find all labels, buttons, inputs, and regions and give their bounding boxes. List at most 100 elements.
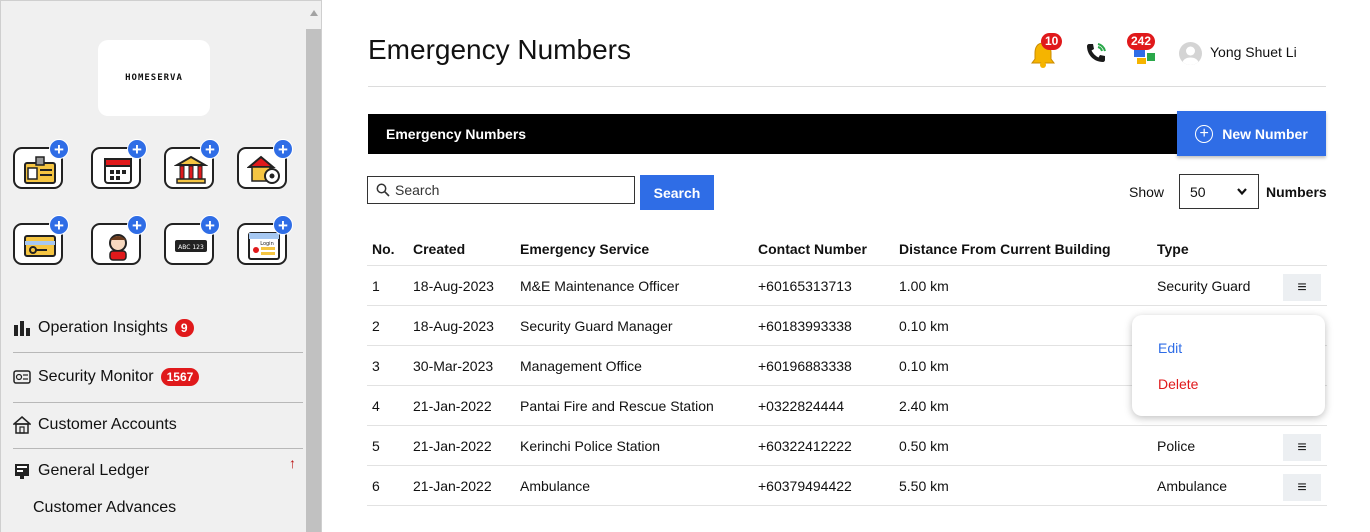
table-row[interactable]: 6 21-Jan-2022 Ambulance +60379494422 5.5…	[367, 466, 1327, 506]
add-icon[interactable]: +	[273, 215, 293, 235]
nav-item-operation-insights[interactable]: Operation Insights 9	[13, 306, 303, 350]
table-header: No. Created Emergency Service Contact Nu…	[367, 230, 1327, 266]
logo-text: HOMESERVA	[125, 73, 183, 83]
row-menu-button[interactable]: ≡	[1283, 274, 1321, 301]
login-text: Login	[260, 241, 274, 247]
plate-text: ABC 123	[178, 244, 204, 251]
sidebar-panel: HOMESERVA + + + + + + ABC 123 + Login + …	[1, 1, 306, 532]
table-row[interactable]: 5 21-Jan-2022 Kerinchi Police Station +6…	[367, 426, 1327, 466]
cell-created: 21-Jan-2022	[413, 438, 492, 454]
search-field[interactable]	[367, 176, 635, 204]
new-number-button[interactable]: + New Number	[1177, 111, 1326, 156]
row-action-menu: Edit Delete	[1132, 315, 1325, 416]
add-icon[interactable]: +	[127, 215, 147, 235]
id-card-icon[interactable]: +	[13, 139, 69, 189]
nav-sub-item-customer-advances[interactable]: Customer Advances	[33, 499, 176, 517]
sidebar: HOMESERVA + + + + + + ABC 123 + Login + …	[0, 0, 322, 532]
column-header[interactable]: No.	[372, 241, 395, 257]
delete-menu-item[interactable]: Delete	[1158, 376, 1198, 392]
cell-no: 3	[372, 358, 380, 374]
add-icon[interactable]: +	[200, 139, 220, 159]
add-icon[interactable]: +	[127, 139, 147, 159]
row-menu-button[interactable]: ≡	[1283, 434, 1321, 461]
search-button[interactable]: Search	[640, 175, 714, 210]
user-name[interactable]: Yong Shuet Li	[1210, 44, 1297, 60]
nav-item-general-ledger[interactable]: General Ledger	[13, 449, 303, 493]
ledger-icon	[15, 464, 29, 479]
nav-item-customer-accounts[interactable]: Customer Accounts	[13, 403, 303, 447]
bank-icon[interactable]: +	[164, 139, 220, 189]
page-title: Emergency Numbers	[368, 34, 631, 65]
cell-type: Ambulance	[1157, 478, 1228, 494]
collapse-arrow-icon[interactable]: ↑	[289, 455, 296, 471]
column-header[interactable]: Created	[413, 241, 465, 257]
cell-contact: +60379494422	[758, 478, 852, 494]
column-header[interactable]: Distance From Current Building	[899, 241, 1111, 257]
plus-circle-icon: +	[1195, 124, 1214, 143]
phone-call-icon[interactable]	[1084, 41, 1108, 65]
cell-contact: +60183993338	[758, 318, 852, 334]
cell-service: Pantai Fire and Rescue Station	[520, 398, 714, 414]
operation-insights-badge: 9	[174, 319, 194, 337]
new-number-label: New Number	[1222, 125, 1308, 142]
cell-distance: 5.50 km	[899, 478, 949, 494]
cell-created: 21-Jan-2022	[413, 398, 492, 414]
cell-created: 30-Mar-2023	[413, 358, 494, 374]
search-input[interactable]	[395, 182, 615, 198]
cell-no: 5	[372, 438, 380, 454]
scroll-up-icon[interactable]	[310, 10, 318, 16]
add-icon[interactable]: +	[49, 139, 69, 159]
cell-created: 21-Jan-2022	[413, 478, 492, 494]
key-card-icon[interactable]: +	[13, 215, 69, 265]
calendar-icon[interactable]: +	[91, 139, 147, 189]
cell-contact: +0322824444	[758, 398, 845, 414]
column-header[interactable]: Contact Number	[758, 241, 867, 257]
section-bar: Emergency Numbers	[368, 114, 1178, 154]
section-bar-title: Emergency Numbers	[386, 126, 527, 142]
avatar[interactable]	[1179, 42, 1202, 65]
nav-item-security-monitor[interactable]: Security Monitor 1567	[13, 355, 303, 399]
cell-no: 6	[372, 478, 380, 494]
cell-no: 1	[372, 278, 380, 294]
add-icon[interactable]: +	[273, 139, 293, 159]
show-label: Show	[1129, 184, 1165, 200]
plate-number-icon[interactable]: ABC 123 +	[164, 215, 220, 265]
home-icon	[13, 416, 31, 434]
chevron-down-icon	[1237, 188, 1247, 196]
nav-label: Security Monitor	[38, 368, 154, 385]
cell-service: Kerinchi Police Station	[520, 438, 661, 454]
header-divider	[368, 86, 1326, 87]
cell-service: M&E Maintenance Officer	[520, 278, 680, 294]
cell-distance: 0.10 km	[899, 318, 949, 334]
bar-chart-icon	[14, 321, 30, 336]
login-screen-icon[interactable]: Login +	[237, 215, 293, 265]
table-row[interactable]: 1 18-Aug-2023 M&E Maintenance Officer +6…	[367, 266, 1327, 306]
column-header[interactable]: Type	[1157, 241, 1189, 257]
sidebar-scroll-thumb[interactable]	[306, 29, 321, 532]
logo[interactable]: HOMESERVA	[98, 40, 210, 116]
edit-menu-item[interactable]: Edit	[1158, 340, 1182, 356]
nav-label: General Ledger	[38, 462, 150, 479]
cell-created: 18-Aug-2023	[413, 278, 494, 294]
cell-service: Management Office	[520, 358, 642, 374]
add-icon[interactable]: +	[200, 215, 220, 235]
numbers-label: Numbers	[1266, 184, 1327, 200]
page-size-value: 50	[1190, 183, 1206, 200]
security-monitor-badge: 1567	[160, 368, 200, 386]
row-menu-button[interactable]: ≡	[1283, 474, 1321, 501]
page-size-select[interactable]: 50	[1179, 174, 1259, 209]
message-badge: 242	[1127, 33, 1156, 50]
cctv-icon	[13, 370, 31, 384]
cell-distance: 0.50 km	[899, 438, 949, 454]
cell-contact: +60165313713	[758, 278, 852, 294]
add-icon[interactable]: +	[49, 215, 69, 235]
column-header[interactable]: Emergency Service	[520, 241, 649, 257]
notification-badge: 10	[1041, 33, 1063, 50]
cell-no: 4	[372, 398, 380, 414]
message-icon[interactable]	[1133, 48, 1159, 66]
nav-label: Customer Accounts	[38, 416, 177, 433]
resident-icon[interactable]: +	[91, 215, 147, 265]
cell-type: Security Guard	[1157, 278, 1251, 294]
nav-divider	[13, 352, 303, 353]
building-services-icon[interactable]: +	[237, 139, 293, 189]
